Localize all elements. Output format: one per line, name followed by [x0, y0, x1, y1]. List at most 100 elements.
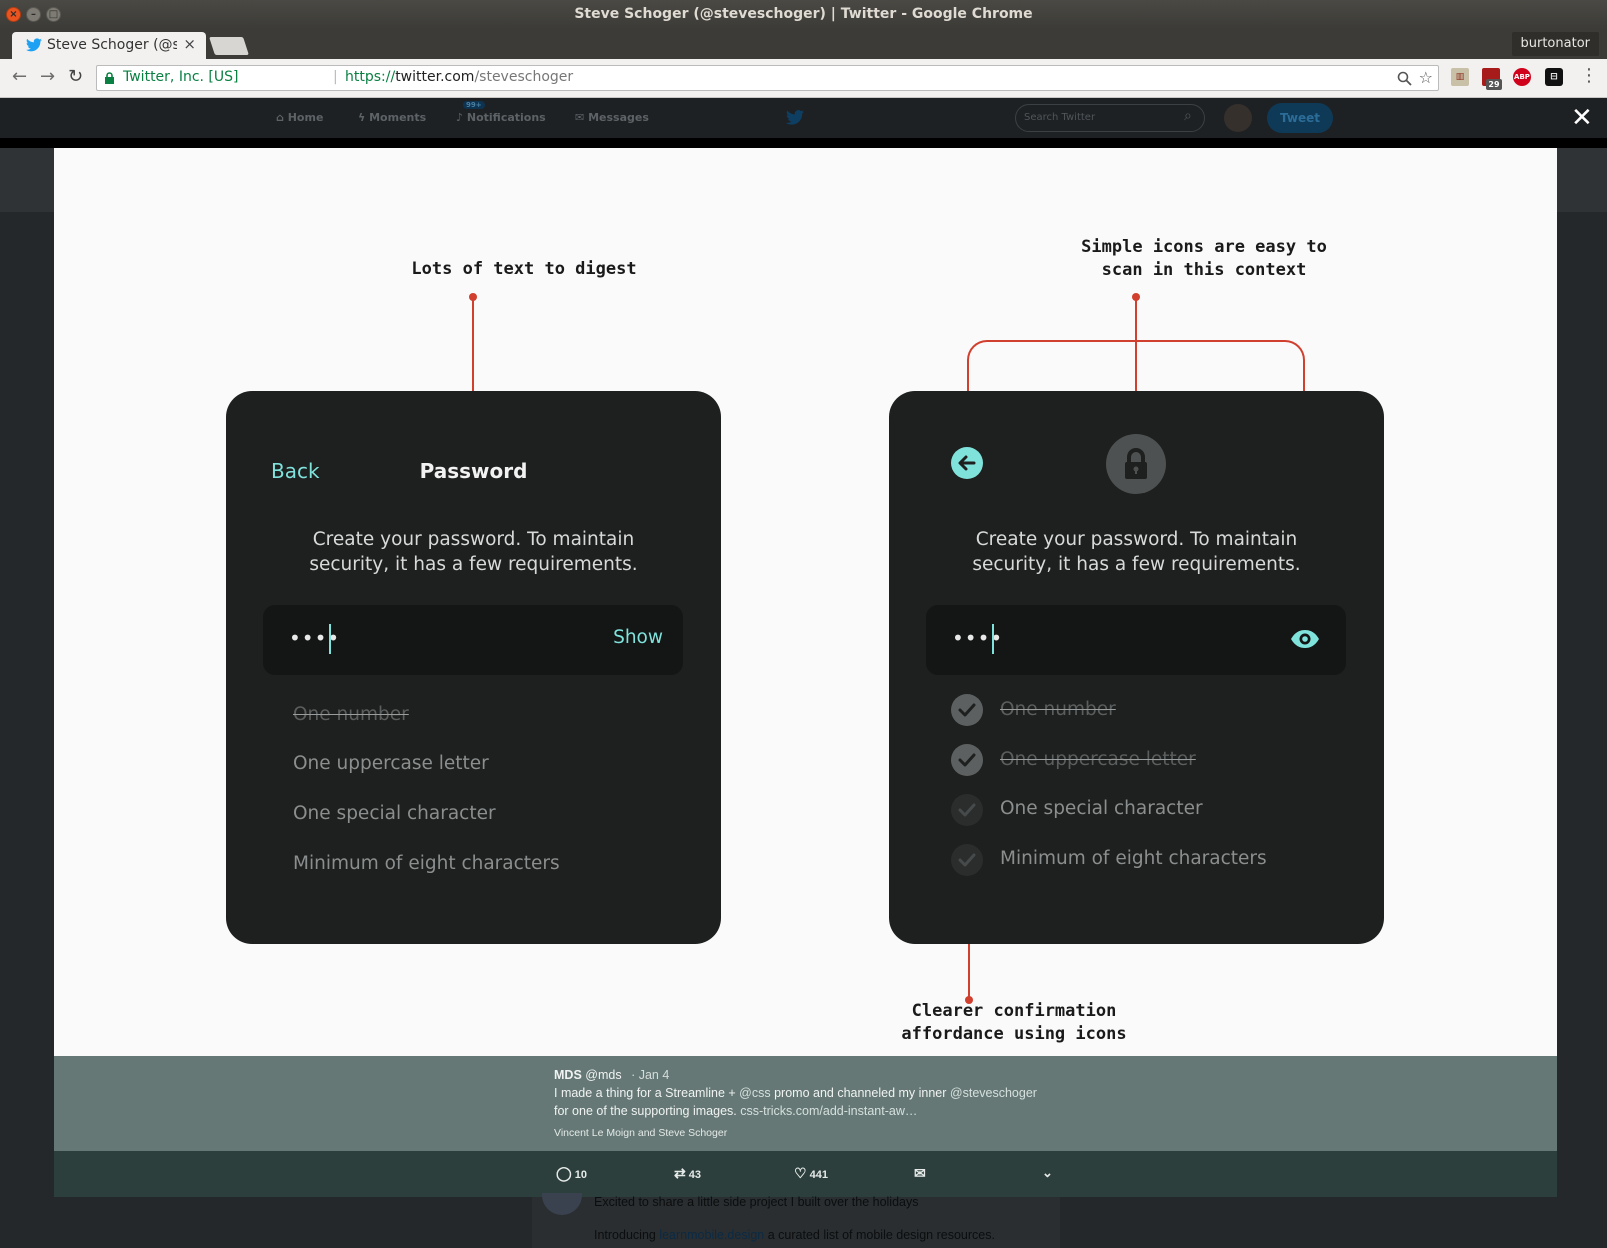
check-icon	[951, 844, 983, 876]
password-input[interactable]: ••••	[926, 605, 1346, 675]
forward-arrow-icon[interactable]: →	[40, 66, 55, 87]
text-caret	[329, 624, 331, 654]
extension-lock-icon[interactable]: ⊟	[1545, 68, 1563, 86]
divider: |	[333, 69, 338, 85]
tweet-text-line2: for one of the supporting images. css-tr…	[554, 1104, 918, 1118]
browser-tab[interactable]: Steve Schoger (@st ×	[12, 32, 206, 59]
new-tab-button[interactable]	[209, 37, 249, 55]
window-close-button[interactable]: ×	[6, 7, 21, 22]
requirement-item: Minimum of eight characters	[1000, 848, 1267, 869]
tab-strip: Steve Schoger (@st × burtonator	[0, 29, 1607, 59]
tweet-likers: Vincent Le Moign and Steve Schoger	[554, 1127, 728, 1139]
tweet-date[interactable]: · Jan 4	[631, 1068, 669, 1082]
twitter-bird-icon	[26, 38, 42, 52]
search-icon[interactable]: ⌕	[1184, 108, 1192, 124]
reply-icon: ◯	[556, 1165, 572, 1181]
requirement-item: One special character	[293, 803, 496, 824]
mention-link[interactable]: @steveschoger	[950, 1086, 1037, 1100]
liker-link[interactable]: Steve Schoger	[658, 1127, 727, 1139]
overlay-band	[0, 138, 1607, 148]
password-mask: ••••	[289, 626, 341, 650]
check-icon	[951, 794, 983, 826]
window-title: Steve Schoger (@steveschoger) | Twitter …	[574, 6, 1033, 22]
timeline-link[interactable]: learnmobile.design	[659, 1228, 764, 1242]
annotation-right: Simple icons are easy to scan in this co…	[1081, 237, 1327, 280]
check-icon	[951, 744, 983, 776]
back-arrow-icon[interactable]: ←	[12, 66, 27, 87]
tweet-details: MDS @mds · Jan 4 I made a thing for a St…	[54, 1056, 1557, 1151]
home-icon: ⌂	[276, 111, 284, 124]
address-bar[interactable]: Twitter, Inc. [US] | https://twitter.com…	[96, 65, 1439, 91]
twitter-nav: ⌂ Home ϟ Moments ♪ Notifications 99+ ✉ M…	[0, 98, 1607, 138]
requirement-item: One number	[293, 704, 409, 725]
window-title-bar: × – □ Steve Schoger (@steveschoger) | Tw…	[0, 0, 1607, 29]
tweet-button[interactable]: Tweet	[1267, 103, 1333, 133]
lightning-icon: ϟ	[358, 111, 366, 124]
tab-title: Steve Schoger (@st	[47, 37, 177, 53]
star-bookmark-icon[interactable]: ☆	[1419, 68, 1433, 87]
password-input[interactable]: •••• Show	[263, 605, 683, 675]
timeline-text-line1: Excited to share a little side project I…	[594, 1195, 919, 1209]
lock-icon	[1106, 434, 1166, 494]
back-arrow-icon[interactable]	[951, 447, 983, 479]
nav-messages[interactable]: ✉ Messages	[575, 111, 649, 124]
profile-button[interactable]: burtonator	[1511, 32, 1599, 56]
requirement-item: Minimum of eight characters	[293, 853, 560, 874]
avatar	[542, 1193, 582, 1215]
retweet-icon: ⇄	[674, 1165, 686, 1181]
password-card-icons: Create your password. To maintain securi…	[889, 391, 1384, 944]
maximize-icon: □	[48, 9, 59, 20]
twitter-search-input[interactable]: Search Twitter	[1015, 104, 1205, 132]
mention-link[interactable]: @css	[739, 1086, 770, 1100]
reply-button[interactable]: ◯ 10	[556, 1165, 587, 1182]
annotation-left: Lots of text to digest	[411, 259, 637, 279]
chevron-down-icon[interactable]: ⌄	[1042, 1165, 1053, 1181]
show-password-button[interactable]: Show	[613, 627, 663, 648]
tweet-author[interactable]: MDS	[554, 1068, 582, 1082]
card-title: Password	[419, 459, 528, 483]
eye-icon[interactable]	[1289, 628, 1321, 650]
check-icon	[951, 694, 983, 726]
window-minimize-button[interactable]: –	[26, 7, 41, 22]
twitter-logo-icon[interactable]	[786, 110, 804, 125]
tab-close-icon[interactable]: ×	[183, 35, 196, 53]
lock-icon	[105, 72, 114, 84]
liker-link[interactable]: Vincent Le Moign	[554, 1127, 635, 1139]
tweet-image: Lots of text to digest Simple icons are …	[54, 148, 1557, 1056]
card-description: Create your password. To maintain securi…	[972, 529, 1301, 575]
annotation-dot	[965, 996, 973, 1004]
message-icon[interactable]: ✉	[914, 1165, 926, 1182]
text-caret	[992, 624, 994, 654]
timeline-text-line2: Introducing learnmobile.design a curated…	[594, 1228, 995, 1242]
extension-badge: 29	[1486, 79, 1502, 90]
tweet-handle[interactable]: @mds	[585, 1068, 621, 1082]
url-text: https://twitter.com/steveschoger	[345, 69, 574, 85]
like-button[interactable]: ♡ 441	[794, 1165, 828, 1182]
nav-moments[interactable]: ϟ Moments	[358, 111, 426, 124]
extension-library-icon[interactable]: ▥	[1451, 68, 1469, 86]
nav-home[interactable]: ⌂ Home	[276, 111, 323, 124]
nav-notifications[interactable]: ♪ Notifications	[456, 111, 546, 124]
retweet-button[interactable]: ⇄ 43	[674, 1165, 701, 1182]
requirement-item: One uppercase letter	[1000, 749, 1196, 770]
timeline-below: Excited to share a little side project I…	[532, 1193, 1060, 1248]
annotation-bottom: Clearer confirmation affordance using ic…	[901, 1001, 1127, 1044]
password-mask: ••••	[952, 626, 1004, 650]
envelope-icon: ✉	[575, 111, 585, 124]
minimize-icon: –	[31, 9, 36, 20]
requirement-item: One special character	[1000, 798, 1203, 819]
zoom-icon[interactable]	[1397, 71, 1412, 86]
close-icon: ×	[9, 9, 18, 20]
requirement-item: One uppercase letter	[293, 753, 489, 774]
tweet-header: MDS @mds · Jan 4	[554, 1068, 669, 1082]
tweet-link[interactable]: css-tricks.com/add-instant-aw…	[740, 1104, 917, 1118]
menu-kebab-icon[interactable]: ⋮	[1580, 65, 1598, 86]
avatar[interactable]	[1224, 104, 1252, 132]
adblock-plus-icon[interactable]: ABP	[1513, 68, 1531, 86]
heart-icon: ♡	[794, 1165, 807, 1181]
notifications-badge: 99+	[463, 101, 485, 109]
close-icon[interactable]: ✕	[1571, 105, 1593, 131]
reload-icon[interactable]: ↻	[68, 66, 83, 87]
bell-icon: ♪	[456, 111, 464, 124]
window-maximize-button[interactable]: □	[46, 7, 61, 22]
